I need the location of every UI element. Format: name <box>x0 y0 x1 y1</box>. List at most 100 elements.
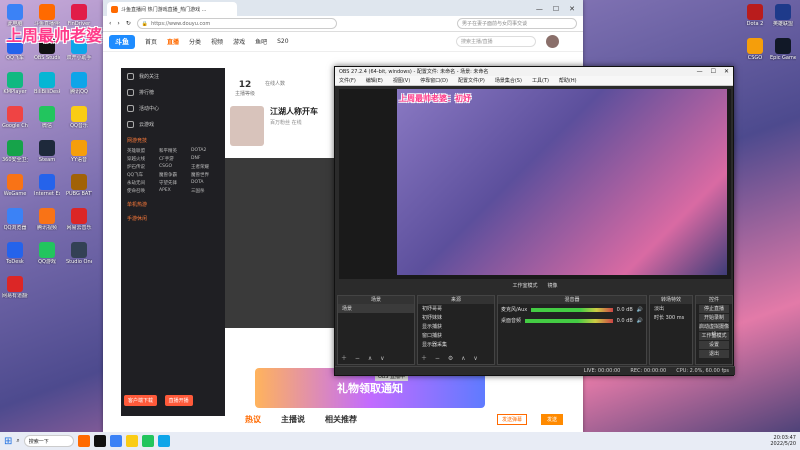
search-icon[interactable]: ⌕ <box>16 437 19 445</box>
douyu-taskbar-icon[interactable] <box>77 435 90 447</box>
minimize-icon[interactable]: — <box>536 5 543 13</box>
obs-menu-item[interactable]: 场景集合(S) <box>495 77 522 84</box>
dock-toolbar[interactable]: ＋ − ∧ ∨ <box>341 353 388 362</box>
sidebar-game-link[interactable]: DOTA2 <box>191 148 219 154</box>
volume-meter[interactable] <box>531 307 613 312</box>
rdesk-icon-0[interactable]: Dota 2 <box>742 4 768 27</box>
obs-menu-item[interactable]: 工具(T) <box>532 77 549 84</box>
sidebar-game-link[interactable]: DOTA <box>191 180 219 186</box>
nav-s20[interactable]: S20 <box>277 38 288 45</box>
desk-icon-10[interactable]: 微信 <box>34 106 60 129</box>
sidebar-item-rank[interactable]: 排行榜 <box>121 84 225 100</box>
transition-select[interactable]: 淡出 <box>650 304 692 313</box>
desk-icon-17[interactable]: PUBG BATTLEGR... <box>66 174 92 197</box>
sidebar-game-link[interactable]: 守望先锋 <box>159 180 187 186</box>
source-item[interactable]: 窗口捕获 <box>418 331 494 340</box>
sidebar-game-link[interactable]: 使命召唤 <box>127 188 155 194</box>
browser-taskbar-icon[interactable] <box>109 435 122 447</box>
control-button[interactable]: 工作室模式 <box>699 332 729 340</box>
desk-icon-7[interactable]: BiliBiliDesk <box>34 72 60 95</box>
sidebar-game-link[interactable]: 和平精英 <box>159 148 187 154</box>
wechat-taskbar-icon[interactable] <box>141 435 154 447</box>
sidebar-game-link[interactable]: 英雄联盟 <box>127 148 155 154</box>
nav-category[interactable]: 分类 <box>189 37 201 46</box>
refresh-icon[interactable]: ↻ <box>126 20 131 27</box>
sidebar-game-link[interactable]: 魔兽世界 <box>191 172 219 178</box>
windows-start-icon[interactable]: ⊞ <box>4 436 12 447</box>
obs-preview[interactable]: 上周最帅老婆：初妤 <box>339 89 731 279</box>
obs-menu-item[interactable]: 编辑(E) <box>366 77 383 84</box>
source-item[interactable]: 初妤哥哥 <box>418 304 494 313</box>
sidebar-game-link[interactable]: 王者荣耀 <box>191 164 219 170</box>
sidebar-game-link[interactable]: APEX <box>159 188 187 194</box>
source-item[interactable]: 显示捕获 <box>418 322 494 331</box>
qq-taskbar-icon[interactable] <box>157 435 170 447</box>
desk-icon-12[interactable]: 360安全卫士 <box>2 140 28 163</box>
maximize-icon[interactable]: ☐ <box>711 68 716 75</box>
nav-yuba[interactable]: 鱼吧 <box>255 37 267 46</box>
danmu-button[interactable]: 发送弹幕 <box>496 414 527 425</box>
desk-icon-9[interactable]: Google Chrome <box>2 106 28 129</box>
user-avatar[interactable] <box>546 35 559 48</box>
control-button[interactable]: 停止直播 <box>699 305 729 313</box>
nav-home[interactable]: 首页 <box>145 37 157 46</box>
browser-tab[interactable]: 斗鱼直播间 热门游戏直播_热门游戏 ... <box>107 2 237 16</box>
obs-taskbar-icon[interactable] <box>93 435 106 447</box>
sidebar-game-link[interactable]: 穿越火线 <box>127 156 155 162</box>
sidebar-item-follow[interactable]: 我的关注 <box>121 68 225 84</box>
nav-live[interactable]: 直播 <box>167 37 179 46</box>
rdesk-icon-3[interactable]: Epic Games <box>770 38 796 61</box>
sidebar-game-link[interactable]: 永劫无间 <box>127 180 155 186</box>
rdesk-icon-1[interactable]: 英雄联盟 <box>770 4 796 27</box>
obs-menu-item[interactable]: 帮助(H) <box>559 77 577 84</box>
source-item[interactable]: 显示器采集 <box>418 340 494 349</box>
url-field[interactable]: 🔒 https://www.douyu.com <box>136 18 337 29</box>
desk-icon-11[interactable]: QQ音乐 <box>66 106 92 129</box>
obs-menu-item[interactable]: 文件(F) <box>339 77 356 84</box>
desk-icon-18[interactable]: QQ浏览器 <box>2 208 28 231</box>
desk-icon-13[interactable]: Steam <box>34 140 60 163</box>
sidebar-game-link[interactable]: CF手游 <box>159 156 187 162</box>
sidebar-item-events[interactable]: 活动中心 <box>121 100 225 116</box>
studio-mode-toggle[interactable]: 工作室模式 <box>512 282 537 292</box>
obs-menu-item[interactable]: 视图(V) <box>393 77 410 84</box>
desk-icon-21[interactable]: ToDesk <box>2 242 28 265</box>
sidebar-game-link[interactable]: DNF <box>191 156 219 162</box>
desk-icon-24[interactable]: 网易有道翻译 <box>2 276 28 299</box>
send-button[interactable]: 发送 <box>540 414 563 425</box>
system-tray[interactable]: 20:03:47 2022/5/20 <box>770 435 796 447</box>
maximize-icon[interactable]: ☐ <box>553 5 559 13</box>
client-download-button[interactable]: 客户端下载 <box>124 395 158 406</box>
dock-toolbar[interactable]: ＋ − ⚙ ∧ ∨ <box>421 353 481 362</box>
desk-icon-23[interactable]: Studio One <box>66 242 92 265</box>
forward-icon[interactable]: › <box>117 20 119 27</box>
sidebar-game-link[interactable]: 三国杀 <box>191 188 219 194</box>
control-button[interactable]: 设置 <box>699 341 729 349</box>
sidebar-game-link[interactable]: 炉石传说 <box>127 164 155 170</box>
control-button[interactable]: 开始录制 <box>699 314 729 322</box>
scene-item[interactable]: 场景 <box>338 304 414 313</box>
desk-icon-15[interactable]: WeGame <box>2 174 28 197</box>
browser-search-field[interactable]: 男子在妻子面前与女同事交谈 <box>457 18 577 29</box>
back-icon[interactable]: ‹ <box>109 20 111 27</box>
minimize-icon[interactable]: — <box>697 68 703 75</box>
mirror-toggle[interactable]: 镜像 <box>548 282 558 292</box>
speaker-icon[interactable]: 🔊 <box>637 307 643 313</box>
tab-hot[interactable]: 热议 <box>245 414 261 425</box>
obs-menu-item[interactable]: 停靠窗口(D) <box>420 77 448 84</box>
control-button[interactable]: 启动虚拟摄像机 <box>699 323 729 338</box>
taskbar-search[interactable]: 搜索一下 <box>23 435 74 447</box>
douyu-search-input[interactable]: 搜索主播/直播 <box>456 36 536 47</box>
desk-icon-16[interactable]: Internet Explorer <box>34 174 60 197</box>
source-item[interactable]: 初妤妹妹 <box>418 313 494 322</box>
desk-icon-6[interactable]: KMPlayer <box>2 72 28 95</box>
tab-anchor-says[interactable]: 主播说 <box>281 414 305 425</box>
desk-icon-8[interactable]: 腾讯QQ <box>66 72 92 95</box>
douyu-logo[interactable]: 斗鱼 <box>109 34 135 49</box>
rdesk-icon-2[interactable]: CSGO <box>742 38 768 61</box>
nav-video[interactable]: 视频 <box>211 37 223 46</box>
desk-icon-14[interactable]: YY语音 <box>66 140 92 163</box>
volume-meter[interactable] <box>525 318 613 323</box>
sidebar-game-link[interactable]: 魔兽争霸 <box>159 172 187 178</box>
transition-duration[interactable]: 时长 300 ms <box>650 313 692 322</box>
